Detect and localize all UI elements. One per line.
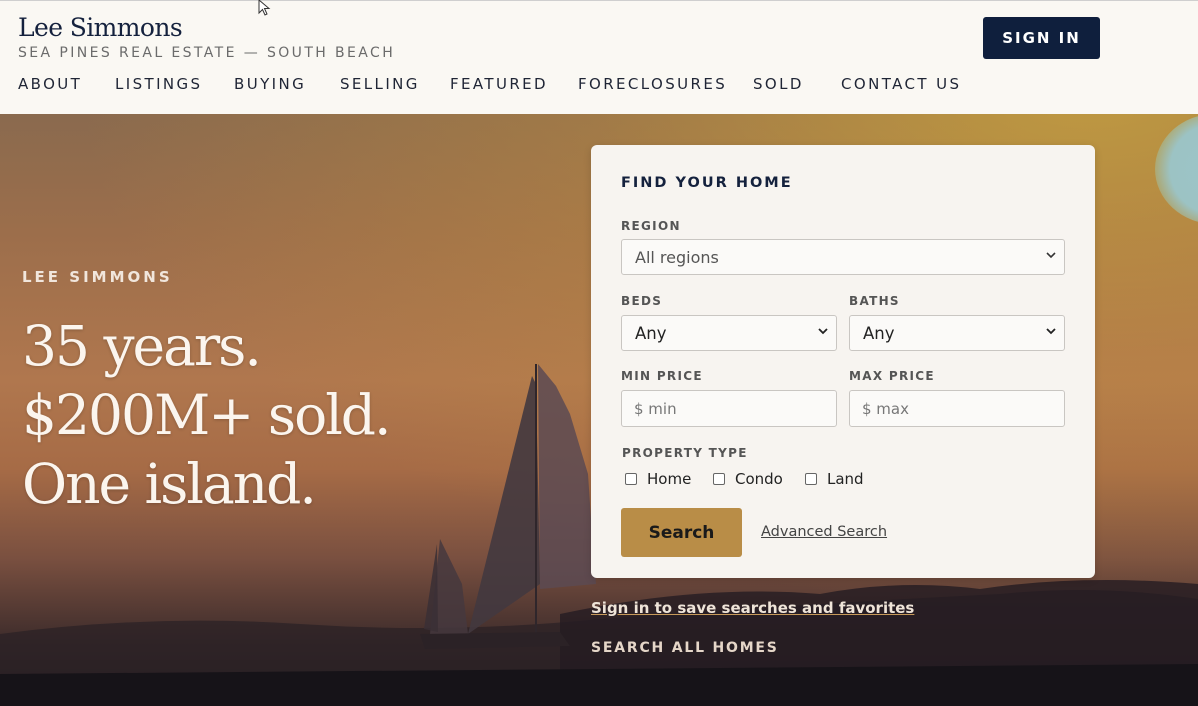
- hero-title-line: One island.: [22, 452, 317, 516]
- checkbox-label: Home: [647, 470, 692, 488]
- hero-title-line: 35 years.: [22, 314, 262, 378]
- main-nav: ABOUT LISTINGS BUYING SELLING FEATURED F…: [0, 75, 1000, 99]
- region-select-value: All regions: [635, 247, 719, 267]
- brand-tagline: SEA PINES REAL ESTATE — SOUTH BEACH: [18, 45, 396, 61]
- search-button[interactable]: Search: [621, 508, 742, 557]
- checkbox-land[interactable]: Land: [805, 470, 864, 488]
- beds-select-value: Any: [635, 323, 667, 343]
- hero-title-line: $200M+ sold.: [22, 383, 391, 447]
- checkbox-box[interactable]: [625, 473, 637, 485]
- baths-label: BATHS: [849, 294, 900, 308]
- nav-item-featured[interactable]: FEATURED: [450, 75, 548, 93]
- nav-item-sold[interactable]: SOLD: [753, 75, 804, 93]
- beds-label: BEDS: [621, 294, 663, 308]
- hero-eyebrow: LEE SIMMONS: [22, 268, 173, 286]
- chevron-down-icon: [1046, 328, 1056, 335]
- nav-item-contact-us[interactable]: CONTACT US: [841, 75, 961, 93]
- nav-item-selling[interactable]: SELLING: [340, 75, 420, 93]
- search-card-title: FIND YOUR HOME: [621, 175, 793, 191]
- checkbox-condo[interactable]: Condo: [713, 470, 783, 488]
- nav-item-listings[interactable]: LISTINGS: [115, 75, 202, 93]
- search-card: FIND YOUR HOME REGION All regions BEDS A…: [591, 145, 1095, 578]
- property-type-label: PROPERTY TYPE: [622, 446, 748, 460]
- checkbox-box[interactable]: [805, 473, 817, 485]
- save-searches-link[interactable]: Sign in to save searches and favorites: [591, 599, 914, 617]
- baths-select-value: Any: [863, 323, 895, 343]
- region-select[interactable]: All regions: [621, 239, 1065, 275]
- beds-select[interactable]: Any: [621, 315, 837, 351]
- nav-item-foreclosures[interactable]: FORECLOSURES: [578, 75, 727, 93]
- max-price-input[interactable]: [849, 390, 1065, 427]
- checkbox-box[interactable]: [713, 473, 725, 485]
- checkbox-label: Condo: [735, 470, 783, 488]
- baths-select[interactable]: Any: [849, 315, 1065, 351]
- site-header: Lee Simmons SEA PINES REAL ESTATE — SOUT…: [0, 0, 1198, 114]
- sign-in-button[interactable]: SIGN IN: [983, 17, 1100, 59]
- checkbox-home[interactable]: Home: [625, 470, 691, 488]
- search-all-homes-link[interactable]: SEARCH ALL HOMES: [591, 640, 779, 656]
- min-price-input[interactable]: [621, 390, 837, 427]
- region-label: REGION: [621, 219, 681, 233]
- max-price-label: MAX PRICE: [849, 369, 935, 383]
- chevron-down-icon: [818, 328, 828, 335]
- nav-item-about[interactable]: ABOUT: [18, 75, 82, 93]
- brand-name[interactable]: Lee Simmons: [18, 13, 183, 42]
- mouse-cursor-icon: [258, 0, 271, 16]
- hero-section: LEE SIMMONS 35 years. $200M+ sold. One i…: [0, 114, 1198, 706]
- min-price-label: MIN PRICE: [621, 369, 703, 383]
- chevron-down-icon: [1046, 252, 1056, 259]
- checkbox-label: Land: [827, 470, 864, 488]
- nav-item-buying[interactable]: BUYING: [234, 75, 306, 93]
- hero-title: 35 years. $200M+ sold. One island.: [22, 312, 391, 519]
- advanced-search-link[interactable]: Advanced Search: [761, 524, 887, 540]
